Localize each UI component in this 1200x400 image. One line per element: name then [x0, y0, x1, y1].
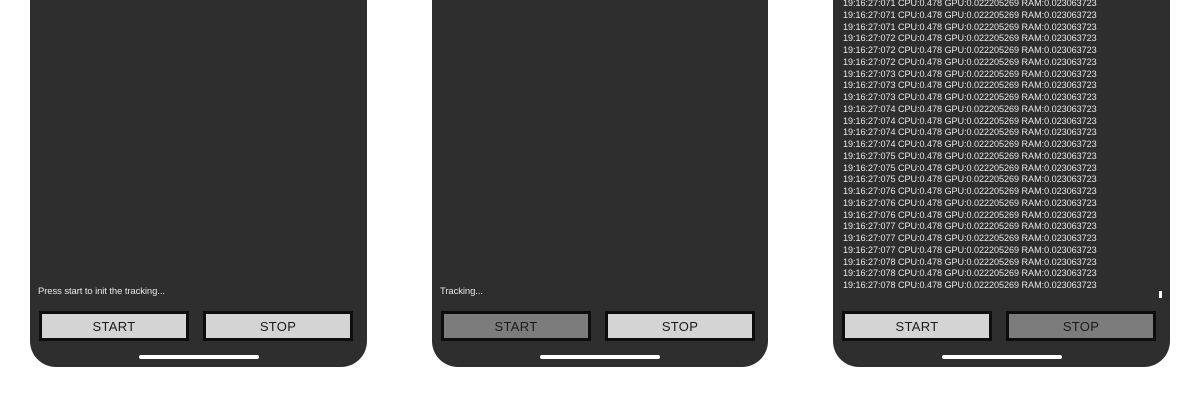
log-line: 19:16:27:074 CPU:0.478 GPU:0.022205269 R…	[843, 127, 1097, 138]
phone-screen-idle: Press start to init the tracking... STAR…	[30, 0, 367, 367]
phone-screen-log: 19:16:27:071 CPU:0.478 GPU:0.022205269 R…	[833, 0, 1170, 367]
log-line: 19:16:27:071 CPU:0.478 GPU:0.022205269 R…	[843, 0, 1097, 8]
log-line: 19:16:27:072 CPU:0.478 GPU:0.022205269 R…	[843, 33, 1097, 44]
home-indicator[interactable]	[138, 355, 259, 359]
log-line: 19:16:27:075 CPU:0.478 GPU:0.022205269 R…	[843, 162, 1097, 173]
home-indicator[interactable]	[540, 355, 660, 359]
log-line: 19:16:27:075 CPU:0.478 GPU:0.022205269 R…	[843, 174, 1097, 185]
log-line: 19:16:27:074 CPU:0.478 GPU:0.022205269 R…	[843, 115, 1097, 126]
log-line: 19:16:27:076 CPU:0.478 GPU:0.022205269 R…	[843, 209, 1097, 220]
scrollbar-thumb[interactable]	[1159, 291, 1162, 298]
start-button[interactable]: START	[39, 311, 189, 341]
log-line: 19:16:27:073 CPU:0.478 GPU:0.022205269 R…	[843, 68, 1097, 79]
log-line: 19:16:27:075 CPU:0.478 GPU:0.022205269 R…	[843, 150, 1097, 161]
log-line: 19:16:27:073 CPU:0.478 GPU:0.022205269 R…	[843, 92, 1097, 102]
start-button[interactable]: START	[441, 311, 591, 341]
phone-screen-tracking: Tracking... START STOP	[432, 0, 768, 367]
status-text: Tracking...	[440, 286, 483, 297]
log-line: 19:16:27:078 CPU:0.478 GPU:0.022205269 R…	[843, 256, 1097, 267]
log-line: 19:16:27:076 CPU:0.478 GPU:0.022205269 R…	[843, 197, 1097, 208]
log-line: 19:16:27:078 CPU:0.478 GPU:0.022205269 R…	[843, 280, 1097, 290]
start-button[interactable]: START	[842, 311, 992, 341]
log-line: 19:16:27:077 CPU:0.478 GPU:0.022205269 R…	[843, 233, 1097, 243]
log-line: 19:16:27:077 CPU:0.478 GPU:0.022205269 R…	[843, 244, 1097, 255]
log-line: 19:16:27:073 CPU:0.478 GPU:0.022205269 R…	[843, 80, 1097, 91]
stop-button[interactable]: STOP	[605, 311, 755, 341]
stop-button[interactable]: STOP	[203, 311, 353, 341]
log-line: 19:16:27:074 CPU:0.478 GPU:0.022205269 R…	[843, 139, 1097, 149]
tracking-log[interactable]: 19:16:27:071 CPU:0.478 GPU:0.022205269 R…	[843, 0, 1097, 292]
log-line: 19:16:27:072 CPU:0.478 GPU:0.022205269 R…	[843, 45, 1097, 55]
log-line: 19:16:27:078 CPU:0.478 GPU:0.022205269 R…	[843, 268, 1097, 279]
log-line: 19:16:27:071 CPU:0.478 GPU:0.022205269 R…	[843, 9, 1097, 20]
log-line: 19:16:27:077 CPU:0.478 GPU:0.022205269 R…	[843, 221, 1097, 232]
log-line: 19:16:27:072 CPU:0.478 GPU:0.022205269 R…	[843, 56, 1097, 67]
stop-button[interactable]: STOP	[1006, 311, 1156, 341]
log-line: 19:16:27:074 CPU:0.478 GPU:0.022205269 R…	[843, 103, 1097, 114]
status-text: Press start to init the tracking...	[38, 286, 165, 297]
log-line: 19:16:27:076 CPU:0.478 GPU:0.022205269 R…	[843, 186, 1097, 196]
home-indicator[interactable]	[941, 355, 1062, 359]
log-line: 19:16:27:071 CPU:0.478 GPU:0.022205269 R…	[843, 21, 1097, 32]
